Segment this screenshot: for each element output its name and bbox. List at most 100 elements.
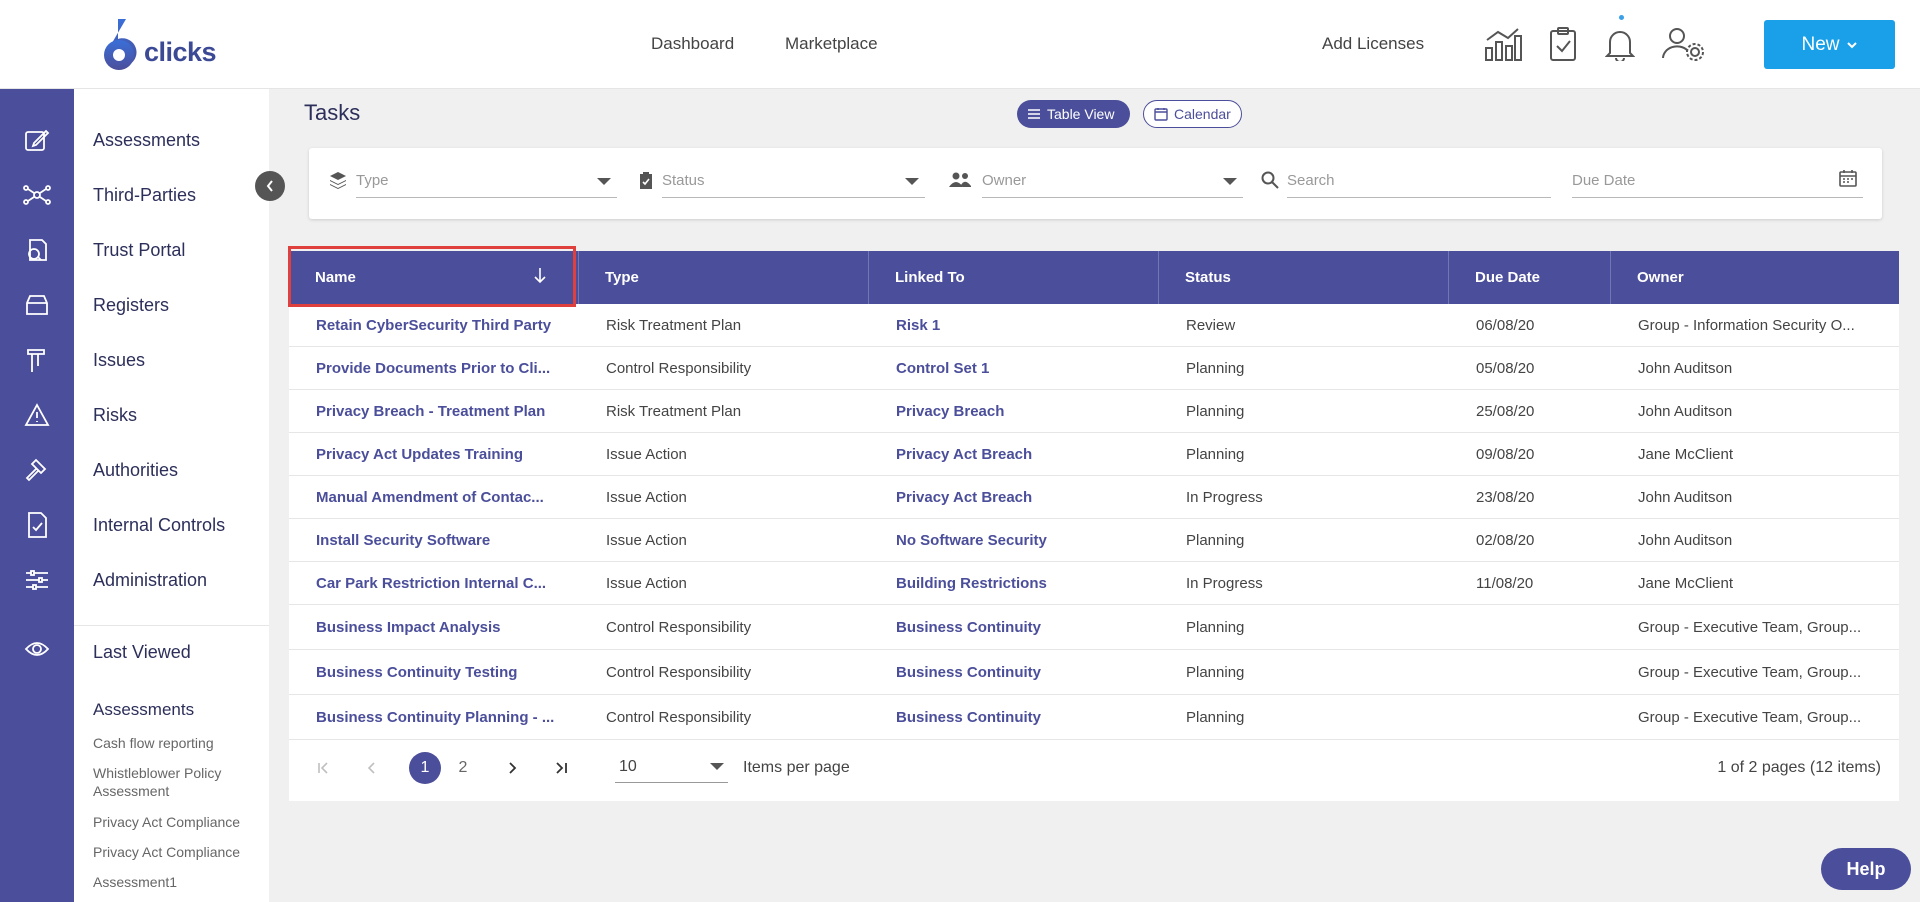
last-page-icon[interactable] <box>546 753 576 783</box>
pagination-info: 1 of 2 pages (12 items) <box>1717 759 1881 776</box>
controls-icon[interactable] <box>22 510 52 540</box>
nav-marketplace[interactable]: Marketplace <box>785 34 878 54</box>
menu-internal-controls[interactable]: Internal Controls <box>93 515 225 536</box>
linked-to-cell[interactable]: Control Set 1 <box>869 347 1159 390</box>
owner-people-icon <box>949 169 971 191</box>
tasks-clipboard-icon[interactable] <box>1541 24 1585 64</box>
name-cell[interactable]: Business Impact Analysis <box>289 605 579 650</box>
linked-to-cell[interactable]: Privacy Breach <box>869 390 1159 433</box>
column-header-linked-to[interactable]: Linked To <box>869 251 1159 304</box>
status-cell: Review <box>1186 317 1236 334</box>
recent-item[interactable]: Whistleblower Policy Assessment <box>93 764 253 800</box>
name-cell[interactable]: Provide Documents Prior to Cli... <box>289 347 579 390</box>
type-cell: Risk Treatment Plan <box>606 317 742 334</box>
table-row[interactable]: Manual Amendment of Contac... Issue Actio… <box>289 476 1899 519</box>
menu-authorities[interactable]: Authorities <box>93 460 178 481</box>
table-row[interactable]: Privacy Act Updates Training Issue Action… <box>289 433 1899 476</box>
search-input[interactable]: Search <box>1287 168 1551 198</box>
help-button[interactable]: Help <box>1821 848 1911 890</box>
menu-registers[interactable]: Registers <box>93 295 169 316</box>
risk-icon[interactable] <box>22 400 52 430</box>
table-row[interactable]: Privacy Breach - Treatment Plan Risk Trea… <box>289 390 1899 433</box>
add-licenses-link[interactable]: Add Licenses <box>1322 34 1424 54</box>
caret-down-icon <box>905 178 919 185</box>
name-cell[interactable]: Privacy Act Updates Training <box>289 433 579 476</box>
network-icon[interactable] <box>22 180 52 210</box>
column-header-due-date[interactable]: Due Date <box>1449 251 1611 304</box>
calendar-icon <box>1154 108 1168 121</box>
linked-to-cell[interactable]: No Software Security <box>869 519 1159 562</box>
column-header-type[interactable]: Type <box>579 251 869 304</box>
logo-text: clicks <box>144 36 217 67</box>
register-icon[interactable] <box>22 290 52 320</box>
name-cell[interactable]: Manual Amendment of Contac... <box>289 476 579 519</box>
table-row[interactable]: Provide Documents Prior to Cli... Control… <box>289 347 1899 390</box>
page-1-button[interactable]: 1 <box>409 752 441 784</box>
nav-dashboard[interactable]: Dashboard <box>651 34 734 54</box>
menu-administration[interactable]: Administration <box>93 570 207 591</box>
linked-to-cell[interactable]: Privacy Act Breach <box>869 433 1159 476</box>
column-header-owner[interactable]: Owner <box>1611 251 1899 304</box>
analytics-icon[interactable] <box>1481 24 1525 64</box>
recent-item[interactable]: Privacy Act Compliance <box>93 813 263 831</box>
recent-item[interactable]: Cash flow reporting <box>93 734 263 752</box>
table-row[interactable]: Business Continuity Testing Control Respo… <box>289 650 1899 695</box>
name-cell[interactable]: Car Park Restriction Internal C... <box>289 562 579 605</box>
name-cell[interactable]: Privacy Breach - Treatment Plan <box>289 390 579 433</box>
table-view-button[interactable]: Table View <box>1017 100 1130 128</box>
linked-to-cell[interactable]: Privacy Act Breach <box>869 476 1159 519</box>
type-cell: Issue Action <box>606 446 687 463</box>
logo[interactable]: clicks <box>98 16 217 74</box>
linked-to-cell[interactable]: Business Continuity <box>869 605 1159 650</box>
next-page-icon[interactable] <box>497 753 527 783</box>
collapse-sidebar-button[interactable] <box>255 171 285 201</box>
items-per-page-select[interactable]: 10 <box>615 753 728 783</box>
first-page-icon[interactable] <box>309 753 339 783</box>
type-filter[interactable]: Type <box>356 168 617 198</box>
new-button[interactable]: New <box>1764 20 1895 69</box>
type-cell: Issue Action <box>606 575 687 592</box>
name-cell[interactable]: Business Continuity Testing <box>289 650 579 695</box>
recent-item[interactable]: Privacy Act Compliance <box>93 843 263 861</box>
table-row[interactable]: Business Continuity Planning - ... Contro… <box>289 695 1899 740</box>
page-2-button[interactable]: 2 <box>448 753 478 783</box>
column-header-status[interactable]: Status <box>1159 251 1449 304</box>
portal-icon[interactable] <box>22 235 52 265</box>
gavel-icon[interactable] <box>22 455 52 485</box>
name-cell[interactable]: Install Security Software <box>289 519 579 562</box>
admin-icon[interactable] <box>22 565 52 595</box>
owner-cell: Jane McClient <box>1638 575 1734 592</box>
name-cell[interactable]: Retain CyberSecurity Third Party <box>289 304 579 347</box>
linked-to-cell[interactable]: Risk 1 <box>869 304 1159 347</box>
calendar-icon[interactable] <box>1839 169 1857 187</box>
due-date-filter[interactable]: Due Date <box>1572 168 1863 198</box>
eye-icon[interactable] <box>22 634 52 664</box>
menu-issues[interactable]: Issues <box>93 350 145 371</box>
table-row[interactable]: Business Impact Analysis Control Responsi… <box>289 605 1899 650</box>
bell-icon[interactable] <box>1598 24 1642 64</box>
status-filter[interactable]: Status <box>662 168 925 198</box>
calendar-view-button[interactable]: Calendar <box>1143 100 1242 128</box>
table-row[interactable]: Retain CyberSecurity Third Party Risk Tre… <box>289 304 1899 347</box>
issue-icon[interactable] <box>22 345 52 375</box>
sort-down-arrow-icon[interactable] <box>532 263 548 287</box>
linked-to-cell[interactable]: Business Continuity <box>869 695 1159 740</box>
linked-to-cell[interactable]: Business Continuity <box>869 650 1159 695</box>
new-button-label: New <box>1801 33 1840 55</box>
linked-to-cell[interactable]: Building Restrictions <box>869 562 1159 605</box>
menu-trust-portal[interactable]: Trust Portal <box>93 240 185 261</box>
table-row[interactable]: Car Park Restriction Internal C... Issue … <box>289 562 1899 605</box>
user-settings-icon[interactable] <box>1661 24 1705 64</box>
name-cell[interactable]: Business Continuity Planning - ... <box>289 695 579 740</box>
edit-icon[interactable] <box>22 125 52 155</box>
owner-filter[interactable]: Owner <box>982 168 1243 198</box>
recent-item[interactable]: Assessment1 <box>93 873 263 891</box>
menu-third-parties[interactable]: Third-Parties <box>93 185 196 206</box>
menu-risks[interactable]: Risks <box>93 405 137 426</box>
status-cell: Planning <box>1186 360 1245 377</box>
previous-page-icon[interactable] <box>357 753 387 783</box>
type-cell: Issue Action <box>606 489 687 506</box>
type-cell: Issue Action <box>606 532 687 549</box>
menu-assessments[interactable]: Assessments <box>93 130 200 151</box>
table-row[interactable]: Install Security Software Issue Action No … <box>289 519 1899 562</box>
